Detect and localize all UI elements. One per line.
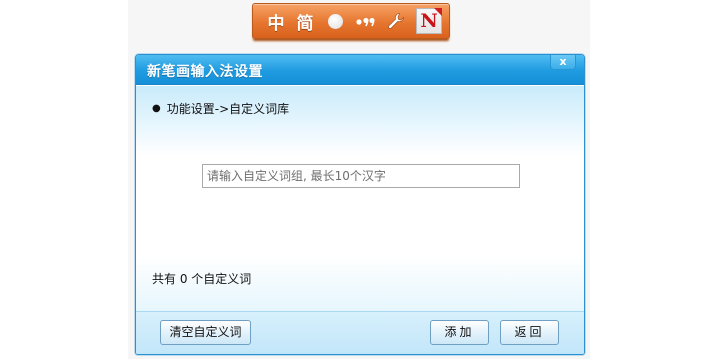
custom-word-input[interactable] bbox=[202, 164, 520, 188]
ime-toolbar: 中 简 N bbox=[252, 3, 450, 39]
close-icon: x bbox=[559, 55, 567, 68]
wrench-icon bbox=[388, 13, 404, 29]
bullet-icon: ● bbox=[152, 103, 161, 114]
back-button[interactable]: 返回 bbox=[500, 320, 559, 345]
dialog-title: 新笔画输入法设置 bbox=[147, 64, 263, 80]
logo-corner-mark bbox=[434, 8, 442, 16]
full-half-width-toggle[interactable] bbox=[320, 8, 350, 34]
punctuation-toggle[interactable] bbox=[350, 8, 380, 34]
clear-custom-words-button[interactable]: 清空自定义词 bbox=[160, 320, 251, 345]
add-button[interactable]: 添加 bbox=[430, 320, 489, 345]
full-half-width-circle-icon bbox=[327, 13, 343, 29]
custom-word-count: 共有 0 个自定义词 bbox=[152, 272, 252, 286]
settings-dialog: 新笔画输入法设置 x ● 功能设置->自定义词库 共有 0 个自定义词 清空自定… bbox=[135, 54, 585, 355]
ime-charset-toggle[interactable]: 简 bbox=[290, 8, 320, 34]
punctuation-icon bbox=[356, 17, 375, 27]
breadcrumb: ● 功能设置->自定义词库 bbox=[152, 100, 289, 117]
breadcrumb-text: 功能设置->自定义词库 bbox=[166, 102, 290, 116]
close-button[interactable]: x bbox=[550, 55, 576, 70]
dialog-footer: 清空自定义词 添加 返回 bbox=[136, 311, 584, 354]
settings-button[interactable] bbox=[380, 8, 412, 34]
dialog-titlebar[interactable]: 新笔画输入法设置 x bbox=[136, 55, 584, 85]
ime-logo[interactable]: N bbox=[416, 8, 442, 34]
dialog-body: ● 功能设置->自定义词库 共有 0 个自定义词 bbox=[136, 86, 584, 311]
ime-mode-toggle[interactable]: 中 bbox=[262, 8, 290, 34]
